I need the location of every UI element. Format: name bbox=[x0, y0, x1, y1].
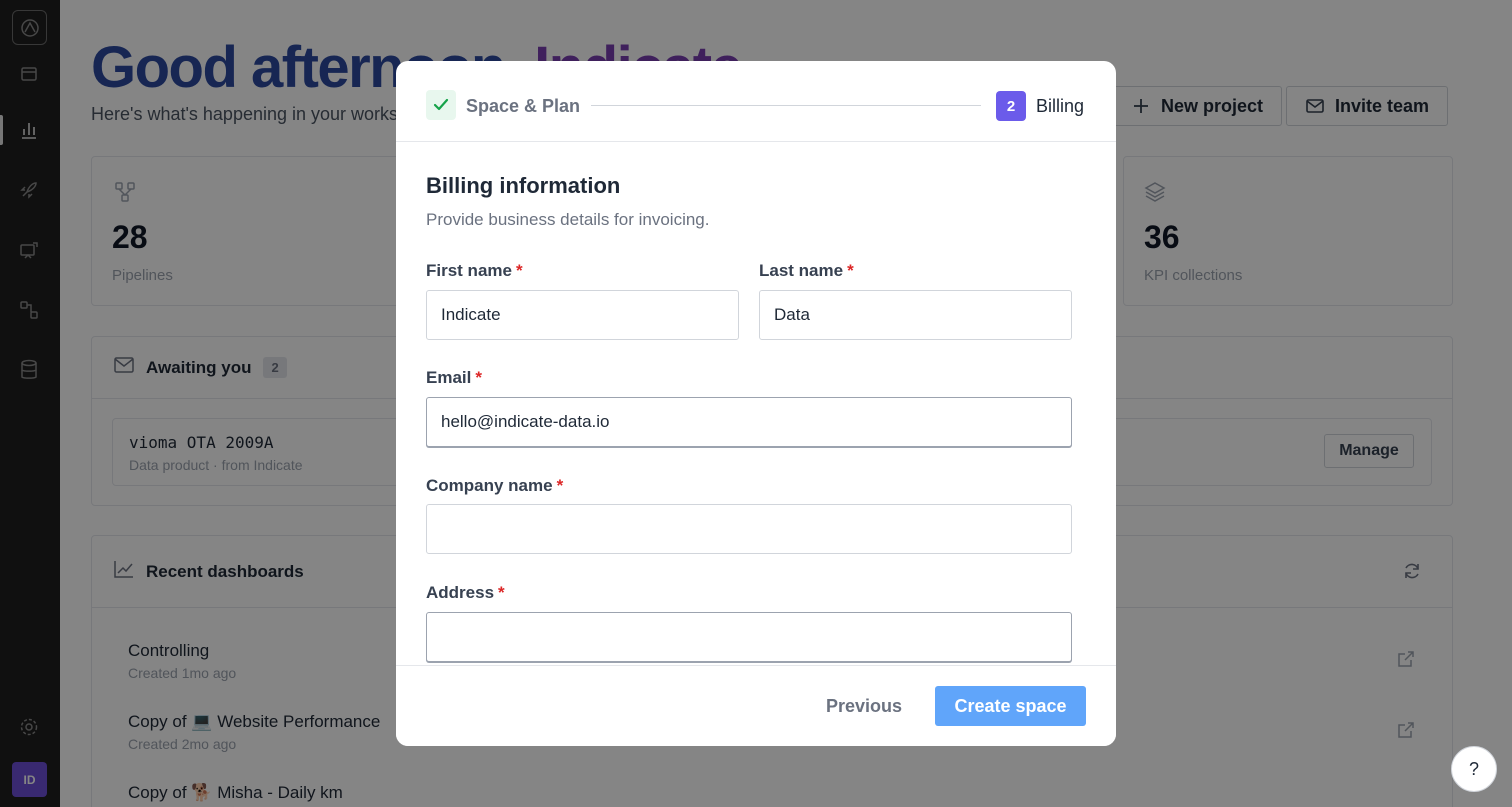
required-mark: * bbox=[498, 583, 505, 602]
step-1-label[interactable]: Space & Plan bbox=[466, 96, 580, 117]
step-2-number: 2 bbox=[996, 91, 1026, 121]
email-label-text: Email bbox=[426, 368, 472, 387]
dialog-footer: Previous Create space bbox=[396, 665, 1116, 746]
company-name-input[interactable] bbox=[426, 504, 1072, 554]
create-space-dialog: Space & Plan 2 Billing Billing informati… bbox=[396, 61, 1116, 746]
last-name-label: Last name * bbox=[759, 261, 854, 281]
address-label-text: Address bbox=[426, 583, 495, 602]
company-name-label: Company name * bbox=[426, 476, 563, 496]
stepper: Space & Plan 2 Billing bbox=[396, 61, 1116, 142]
first-name-label-text: First name bbox=[426, 261, 512, 280]
first-name-label: First name * bbox=[426, 261, 523, 281]
help-button[interactable]: ? bbox=[1451, 746, 1497, 792]
step-2-label: Billing bbox=[1036, 96, 1085, 116]
address-input[interactable] bbox=[426, 612, 1072, 662]
required-mark: * bbox=[475, 368, 482, 387]
create-space-button[interactable]: Create space bbox=[935, 686, 1086, 726]
form-title: Billing information bbox=[426, 173, 621, 198]
required-mark: * bbox=[556, 476, 564, 495]
billing-form: Billing information Provide business det… bbox=[396, 143, 1116, 665]
last-name-label-text: Last name bbox=[759, 261, 844, 280]
email-field[interactable] bbox=[426, 397, 1072, 447]
company-name-label-text: Company name bbox=[426, 476, 553, 495]
last-name-input[interactable] bbox=[759, 290, 1072, 340]
form-subtitle: Provide business details for invoicing. bbox=[426, 210, 710, 229]
required-mark: * bbox=[515, 261, 523, 280]
email-label: Email * bbox=[426, 368, 482, 388]
previous-button[interactable]: Previous bbox=[814, 686, 914, 726]
step-connector bbox=[591, 105, 981, 106]
step-complete-check-icon bbox=[426, 90, 456, 120]
required-mark: * bbox=[847, 261, 854, 280]
first-name-input[interactable] bbox=[426, 290, 739, 340]
address-label: Address * bbox=[426, 583, 505, 603]
